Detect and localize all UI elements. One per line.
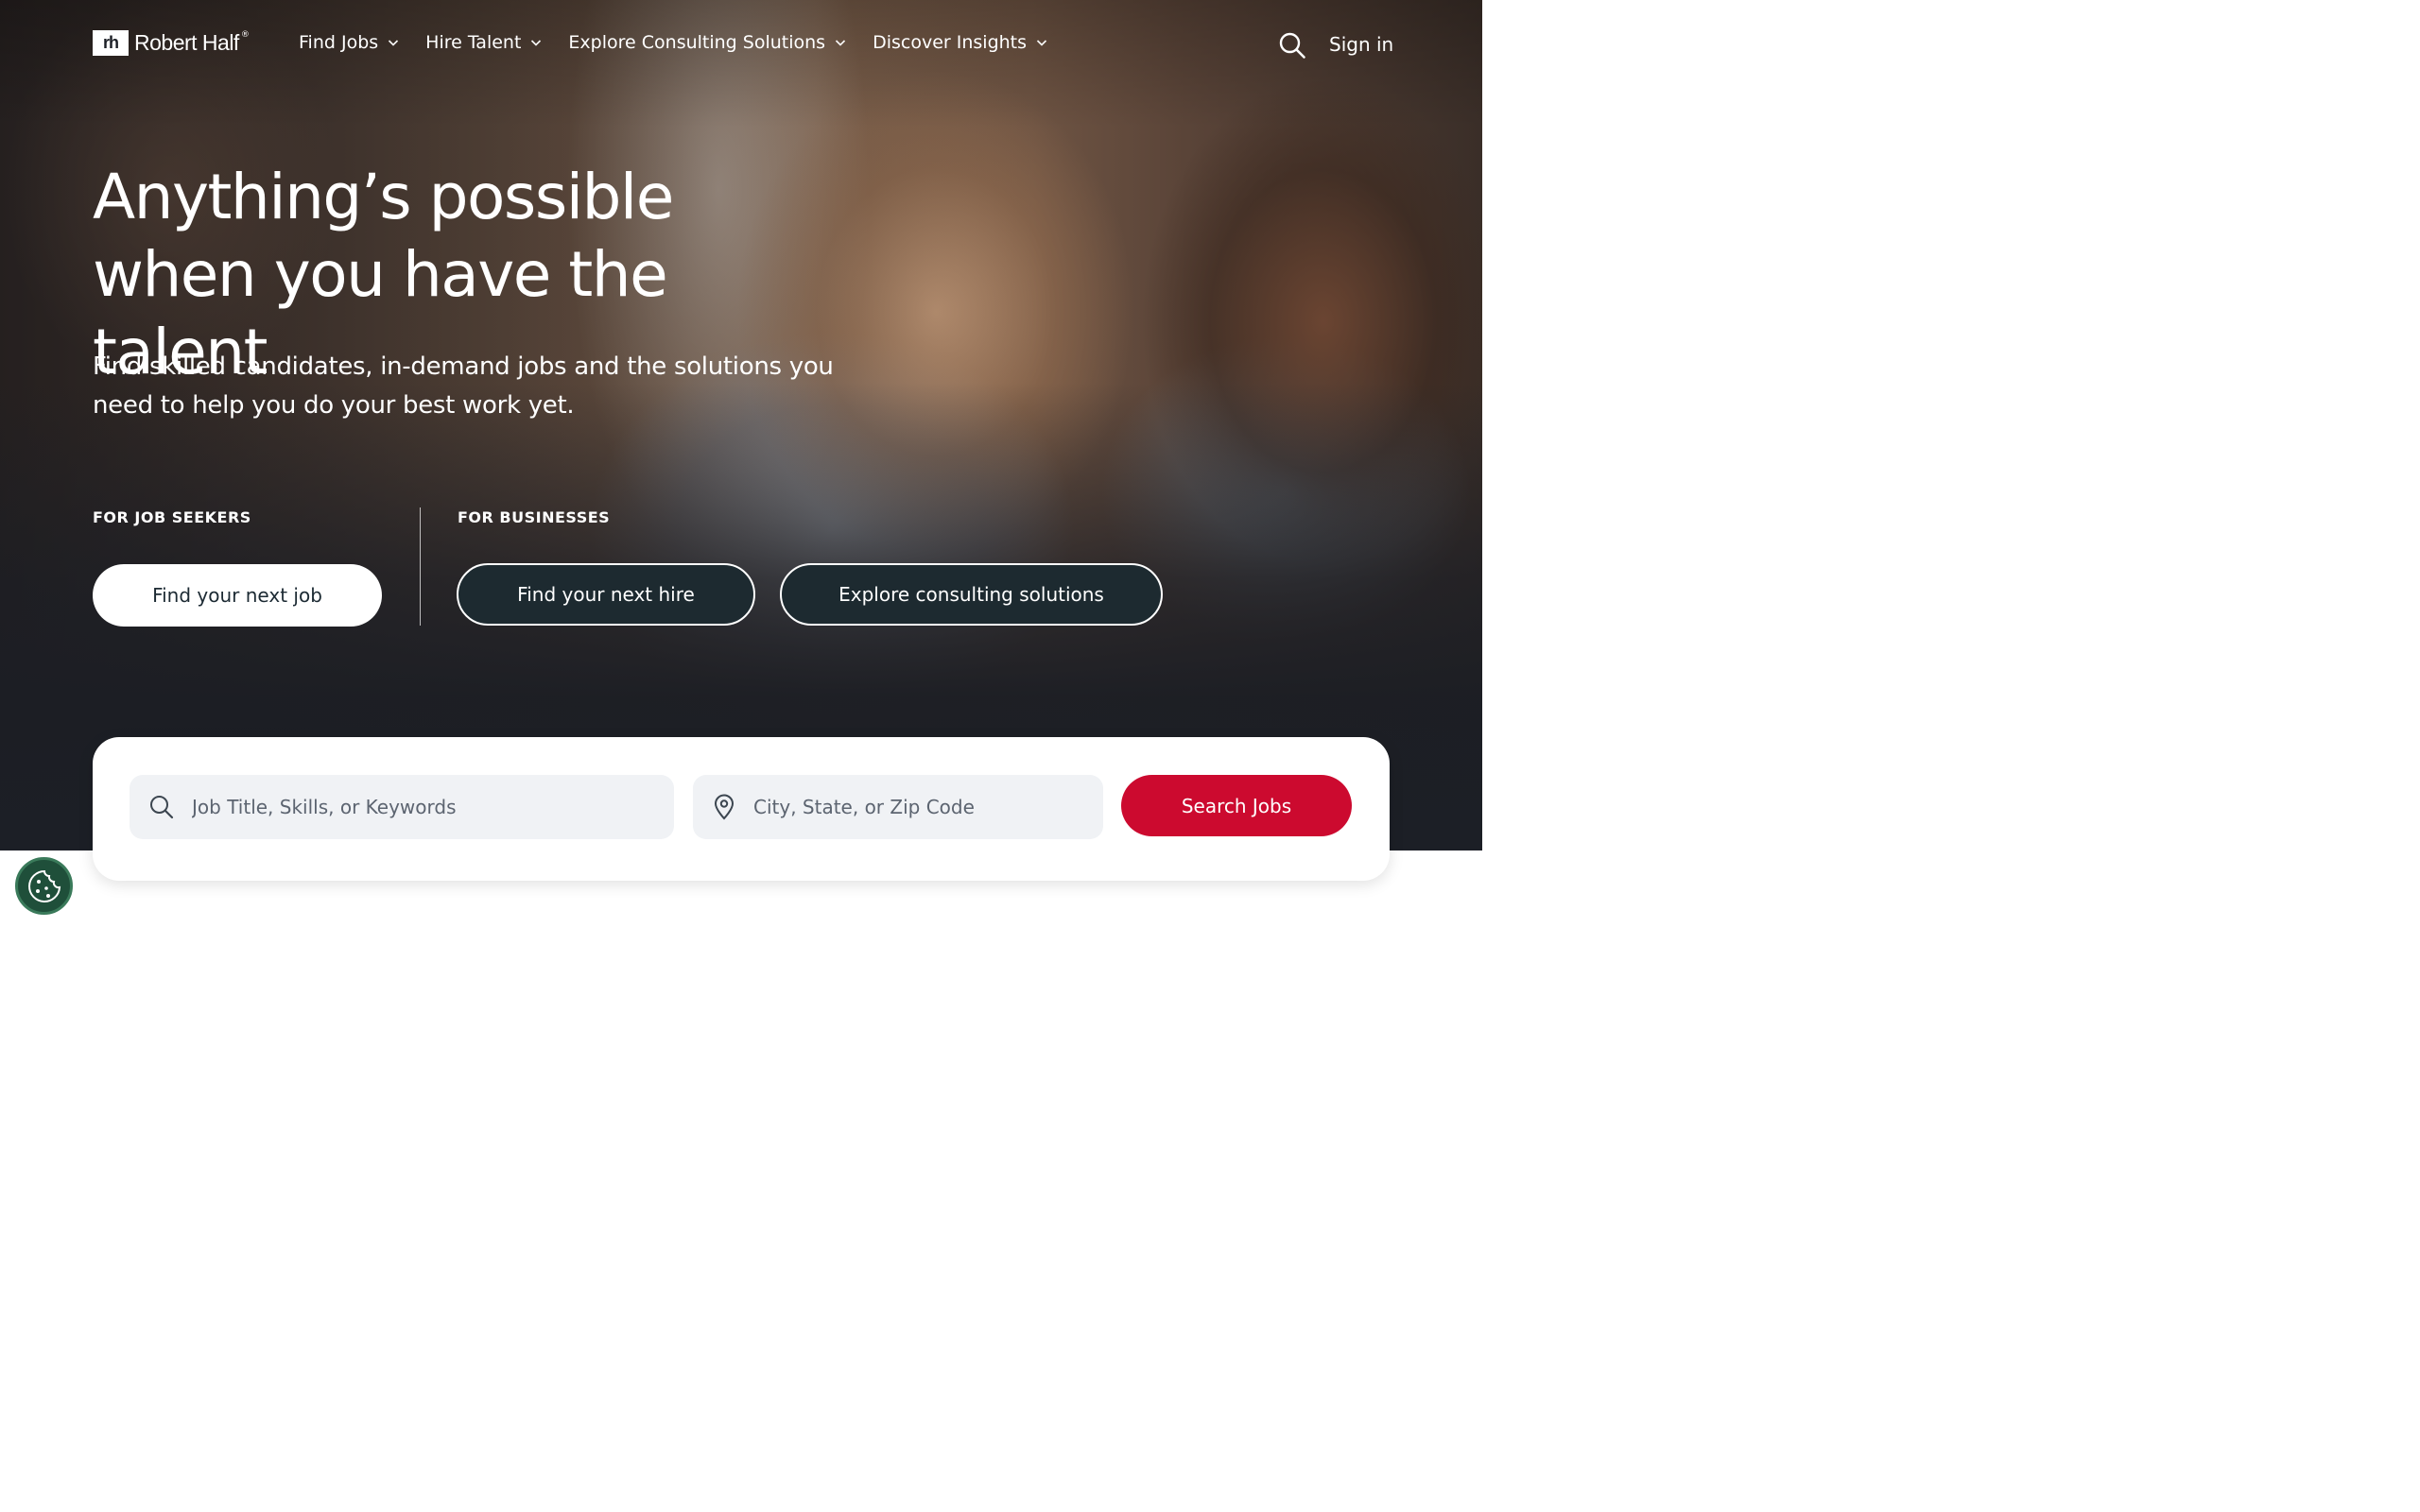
nav-hire-talent[interactable]: Hire Talent bbox=[425, 32, 542, 53]
nav-item-label: Explore Consulting Solutions bbox=[568, 32, 826, 53]
chevron-down-icon bbox=[1036, 40, 1047, 46]
search-icon bbox=[1279, 32, 1305, 59]
explore-consulting-button[interactable]: Explore consulting solutions bbox=[780, 563, 1163, 626]
location-pin-icon bbox=[714, 794, 735, 820]
nav-discover-insights[interactable]: Discover Insights bbox=[873, 32, 1047, 53]
logo-text: Robert Half bbox=[134, 30, 239, 55]
find-next-hire-button[interactable]: Find your next hire bbox=[457, 563, 755, 626]
chevron-down-icon bbox=[389, 40, 399, 46]
keywords-field[interactable] bbox=[130, 775, 674, 839]
hero-section: rh Robert Half ® Find Jobs Hire Talent E… bbox=[0, 0, 1482, 850]
search-icon bbox=[150, 796, 174, 819]
keywords-input[interactable] bbox=[192, 796, 628, 818]
cookie-settings-button[interactable] bbox=[15, 857, 73, 915]
chevron-down-icon bbox=[836, 40, 846, 46]
businesses-label: FOR BUSINESSES bbox=[458, 508, 611, 526]
nav-item-label: Find Jobs bbox=[299, 32, 379, 53]
main-nav: Find Jobs Hire Talent Explore Consulting… bbox=[299, 32, 1047, 53]
hero-image-overlay bbox=[0, 0, 1482, 850]
logo-mark: rh bbox=[93, 30, 129, 56]
find-next-job-button[interactable]: Find your next job bbox=[93, 564, 382, 627]
nav-find-jobs[interactable]: Find Jobs bbox=[299, 32, 399, 53]
location-input[interactable] bbox=[753, 796, 1082, 818]
nav-item-label: Hire Talent bbox=[425, 32, 522, 53]
brand-logo[interactable]: rh Robert Half ® bbox=[93, 30, 253, 56]
job-seekers-label: FOR JOB SEEKERS bbox=[93, 508, 251, 526]
nav-explore-consulting[interactable]: Explore Consulting Solutions bbox=[568, 32, 846, 53]
hero-subhead: Find skilled candidates, in-demand jobs … bbox=[93, 352, 834, 420]
cookie-icon bbox=[27, 869, 60, 902]
logo-trademark: ® bbox=[240, 29, 250, 40]
job-search-card: Search Jobs bbox=[93, 737, 1390, 881]
chevron-down-icon bbox=[531, 40, 542, 46]
header-search-button[interactable] bbox=[1278, 31, 1306, 60]
location-field[interactable] bbox=[693, 775, 1103, 839]
section-divider bbox=[420, 507, 421, 626]
sign-in-link[interactable]: Sign in bbox=[1329, 33, 1393, 56]
nav-item-label: Discover Insights bbox=[873, 32, 1028, 53]
search-jobs-button[interactable]: Search Jobs bbox=[1121, 775, 1352, 836]
